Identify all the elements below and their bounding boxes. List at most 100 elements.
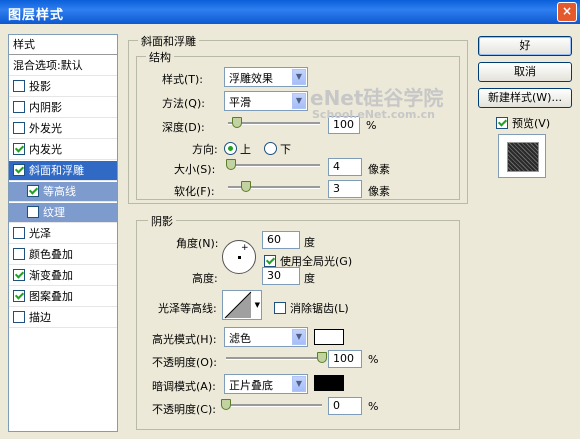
global-light-checkbox[interactable] <box>264 255 276 267</box>
watermark-url: School.eNet.com.cn <box>312 108 435 121</box>
size-slider[interactable] <box>225 158 320 172</box>
sidebar-item-color-overlay[interactable]: 颜色叠加 <box>9 245 117 265</box>
slider-thumb[interactable] <box>241 181 252 192</box>
preview-option[interactable]: 预览(V) <box>496 115 550 131</box>
slider-thumb[interactable] <box>232 117 243 128</box>
size-label: 大小(S): <box>174 163 216 176</box>
shadow-color-swatch[interactable] <box>314 375 344 391</box>
highlight-opacity-slider[interactable] <box>226 351 327 365</box>
sidebar-item-label: 等高线 <box>43 185 76 198</box>
highlight-opacity-label: 不透明度(O): <box>152 356 217 369</box>
shadow-mode-select[interactable]: 正片叠底 ▼ <box>224 374 308 394</box>
sidebar-item-label: 内阴影 <box>29 101 62 114</box>
angle-label: 角度(N): <box>176 237 219 250</box>
structure-title: 结构 <box>146 49 174 65</box>
checkbox-inner-shadow[interactable] <box>13 101 25 113</box>
antialias-checkbox[interactable] <box>274 302 286 314</box>
blending-options-item[interactable]: 混合选项:默认 <box>9 56 117 76</box>
highlight-mode-label: 高光模式(H): <box>152 333 217 346</box>
sidebar-item-label: 斜面和浮雕 <box>29 164 84 177</box>
size-input[interactable]: 4 <box>328 158 362 176</box>
checkbox-outer-glow[interactable] <box>13 122 25 134</box>
shadow-opacity-unit: % <box>368 400 379 413</box>
sidebar-item-label: 图案叠加 <box>29 290 73 303</box>
style-preview-thumbnail <box>498 134 546 178</box>
sidebar-item-stroke[interactable]: 描边 <box>9 308 117 328</box>
shadow-opacity-slider[interactable] <box>221 398 322 412</box>
angle-input[interactable]: 60 <box>262 231 300 249</box>
size-unit: 像素 <box>368 163 390 176</box>
soften-input[interactable]: 3 <box>328 180 362 198</box>
sidebar-item-inner-shadow[interactable]: 内阴影 <box>9 98 117 118</box>
angle-dial[interactable]: + <box>222 240 256 274</box>
direction-down-option[interactable]: 下 <box>264 141 291 157</box>
checkbox-stroke[interactable] <box>13 311 25 323</box>
preview-swatch <box>507 142 539 172</box>
technique-select-value: 平滑 <box>229 96 251 109</box>
chevron-down-icon: ▼ <box>292 69 306 85</box>
depth-slider[interactable] <box>228 116 320 130</box>
slider-thumb[interactable] <box>221 399 231 410</box>
chevron-down-icon: ▼ <box>292 93 306 109</box>
highlight-opacity-input[interactable]: 100 <box>328 350 362 368</box>
sidebar-item-bevel-emboss[interactable]: 斜面和浮雕 <box>9 161 117 181</box>
sidebar-item-label: 外发光 <box>29 122 62 135</box>
sidebar-item-label: 描边 <box>29 311 51 324</box>
contour-icon <box>224 291 252 319</box>
checkbox-satin[interactable] <box>13 227 25 239</box>
preview-checkbox[interactable] <box>496 117 508 129</box>
direction-up-option[interactable]: 上 <box>224 141 251 157</box>
sidebar-item-inner-glow[interactable]: 内发光 <box>9 140 117 160</box>
radio-up[interactable] <box>224 142 237 155</box>
slider-thumb[interactable] <box>317 352 327 363</box>
checkbox-drop-shadow[interactable] <box>13 80 25 92</box>
chevron-down-icon: ▼ <box>292 329 306 345</box>
soften-slider[interactable] <box>228 180 320 194</box>
technique-select[interactable]: 平滑 ▼ <box>224 91 308 111</box>
shadow-opacity-input[interactable]: 0 <box>328 397 362 415</box>
antialias-option[interactable]: 消除锯齿(L) <box>274 300 349 316</box>
direction-down-label: 下 <box>280 143 291 156</box>
ok-button[interactable]: 好 <box>478 36 572 56</box>
sidebar-item-outer-glow[interactable]: 外发光 <box>9 119 117 139</box>
gloss-contour-label: 光泽等高线: <box>158 302 217 315</box>
sidebar-item-gradient-overlay[interactable]: 渐变叠加 <box>9 266 117 286</box>
style-select[interactable]: 浮雕效果 ▼ <box>224 67 308 87</box>
checkbox-contour[interactable] <box>27 185 39 197</box>
cancel-button[interactable]: 取消 <box>478 62 572 82</box>
checkbox-texture[interactable] <box>27 206 39 218</box>
checkbox-bevel-emboss[interactable] <box>13 164 25 176</box>
watermark-logo: eNet硅谷学院 <box>310 86 444 110</box>
sidebar-item-label: 内发光 <box>29 143 62 156</box>
sidebar-item-satin[interactable]: 光泽 <box>9 224 117 244</box>
sidebar-item-drop-shadow[interactable]: 投影 <box>9 77 117 97</box>
slider-thumb[interactable] <box>225 159 236 170</box>
altitude-input[interactable]: 30 <box>262 267 300 285</box>
checkbox-pattern-overlay[interactable] <box>13 290 25 302</box>
new-style-button[interactable]: 新建样式(W)... <box>478 88 572 108</box>
radio-down[interactable] <box>264 142 277 155</box>
checkbox-gradient-overlay[interactable] <box>13 269 25 281</box>
gloss-contour-picker[interactable]: ▼ <box>222 290 262 320</box>
sidebar-item-contour[interactable]: 等高线 <box>9 182 117 202</box>
sidebar-item-texture[interactable]: 纹理 <box>9 203 117 223</box>
highlight-color-swatch[interactable] <box>314 329 344 345</box>
styles-header[interactable]: 样式 <box>9 35 117 55</box>
slider-track <box>226 404 322 407</box>
close-button[interactable]: × <box>557 2 577 22</box>
light-direction-icon: + <box>241 243 249 253</box>
sidebar-item-pattern-overlay[interactable]: 图案叠加 <box>9 287 117 307</box>
sidebar-item-label: 颜色叠加 <box>29 248 73 261</box>
style-list: 样式 混合选项:默认 投影内阴影外发光内发光斜面和浮雕等高线纹理 光泽颜色叠加渐变… <box>8 34 118 432</box>
checkbox-inner-glow[interactable] <box>13 143 25 155</box>
bevel-group-title: 斜面和浮雕 <box>138 33 199 49</box>
highlight-mode-select[interactable]: 滤色 ▼ <box>224 327 308 347</box>
altitude-label: 高度: <box>192 272 218 285</box>
shadow-mode-label: 暗调模式(A): <box>152 380 216 393</box>
technique-label: 方法(Q): <box>162 97 205 110</box>
highlight-opacity-unit: % <box>368 353 379 366</box>
preview-label: 预览(V) <box>512 117 551 130</box>
shadow-opacity-label: 不透明度(C): <box>152 403 216 416</box>
checkbox-color-overlay[interactable] <box>13 248 25 260</box>
style-label: 样式(T): <box>162 73 204 86</box>
